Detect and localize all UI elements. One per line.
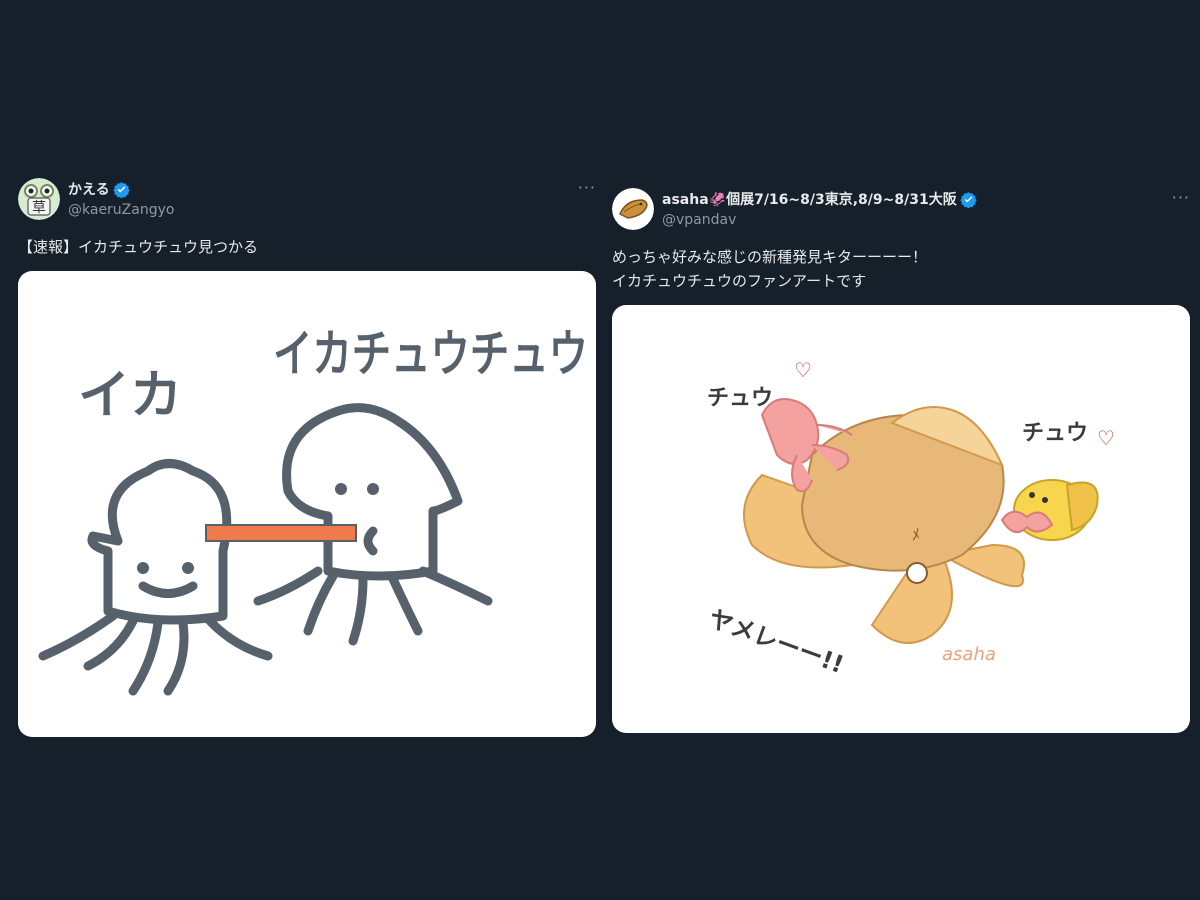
taiyaki-avatar-icon[interactable]	[612, 188, 654, 230]
tweet-header: 草 かえる @kaeruZangyo ···	[18, 178, 596, 222]
author-info: かえる @kaeruZangyo	[68, 178, 174, 218]
more-options-icon[interactable]: ···	[1172, 188, 1190, 207]
yamere-label: ヤメレーー!!	[705, 604, 847, 679]
squid-drawing-icon: イカ イカチュウチュウ	[38, 325, 588, 696]
author-info: asaha🦑個展7/16~8/3東京,8/9~8/31大阪 @vpandav	[662, 188, 977, 228]
handle[interactable]: @vpandav	[662, 212, 977, 228]
svg-text:草: 草	[32, 200, 46, 216]
frog-avatar-icon[interactable]: 草	[18, 178, 60, 220]
chuu-label-left: チュウ	[707, 386, 773, 411]
heart-icon: ♡	[1097, 426, 1115, 450]
tweet-card[interactable]: asaha🦑個展7/16~8/3東京,8/9~8/31大阪 @vpandav ·…	[612, 188, 1190, 733]
more-options-icon[interactable]: ···	[578, 178, 596, 197]
handle[interactable]: @kaeruZangyo	[68, 202, 174, 218]
tweet-media-image[interactable]: イカ イカチュウチュウ	[18, 271, 596, 737]
chuu-label-right: チュウ	[1022, 421, 1088, 446]
svg-text:ﾒ: ﾒ	[912, 525, 920, 544]
tweet-text: めっちゃ好みな感じの新種発見キターーーー！ イカチュウチュウのファンアートです	[612, 248, 928, 290]
squid-chuuchuu-label: イカチュウチュウ	[273, 325, 588, 383]
tweet-card[interactable]: 草 かえる @kaeruZangyo ··· 【速報】イカチュウチュウ見つかる	[18, 178, 596, 737]
tweet-header: asaha🦑個展7/16~8/3東京,8/9~8/31大阪 @vpandav ·…	[612, 188, 1190, 232]
verified-badge-icon	[112, 181, 130, 198]
display-name[interactable]: かえる	[68, 179, 110, 199]
squid-label: イカ	[78, 366, 182, 426]
tweet-media-image[interactable]: ﾒ チュウ ♡ チュウ ♡ ヤメレーー!! asaha	[612, 305, 1190, 733]
heart-icon: ♡	[794, 358, 812, 382]
squid-illustration-icon: ﾒ チュウ ♡ チュウ ♡ ヤメレーー!! asaha	[705, 358, 1115, 679]
verified-badge-icon	[960, 191, 977, 208]
display-name[interactable]: asaha🦑個展7/16~8/3東京,8/9~8/31大阪	[662, 189, 957, 209]
artist-signature: asaha	[942, 644, 996, 665]
tweet-text: 【速報】イカチュウチュウ見つかる	[18, 238, 259, 256]
